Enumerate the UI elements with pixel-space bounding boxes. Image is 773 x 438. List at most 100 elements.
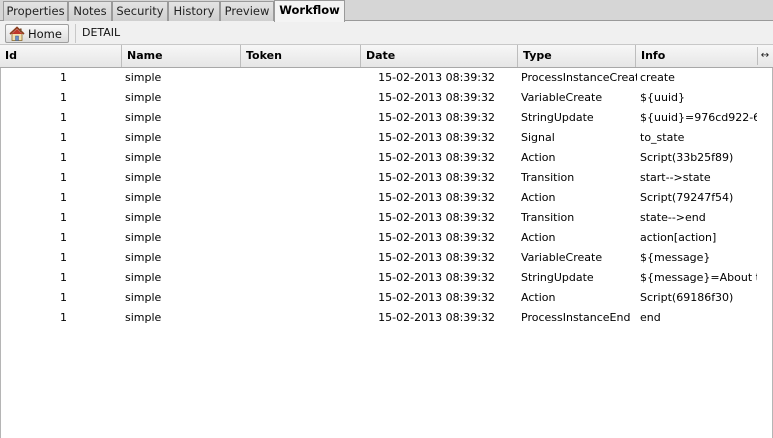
cell-token <box>244 288 359 308</box>
cell-date: 15-02-2013 08:39:32 <box>378 111 495 124</box>
cell-token <box>244 148 359 168</box>
column-header-type[interactable]: Type <box>518 45 636 67</box>
cell-token <box>244 228 359 248</box>
tab-notes[interactable]: Notes <box>68 1 112 21</box>
cell-info: ${uuid}=976cd922-63c <box>640 111 757 124</box>
cell-date: 15-02-2013 08:39:32 <box>378 91 495 104</box>
table-header: Id Name Token Date Type Info ↔ <box>0 45 773 68</box>
cell-id: 1 <box>60 111 67 124</box>
table-row[interactable]: 1 simple 15-02-2013 08:39:32 Action action[a… <box>1 228 772 248</box>
table-row[interactable]: 1 simple 15-02-2013 08:39:32 Action Script(3… <box>1 148 772 168</box>
cell-token <box>244 168 359 188</box>
table-row[interactable]: 1 simple 15-02-2013 08:39:32 Action Script(7… <box>1 188 772 208</box>
cell-type: VariableCreate <box>521 251 603 264</box>
toolbar-divider <box>75 24 76 43</box>
cell-name: simple <box>125 271 162 284</box>
cell-date: 15-02-2013 08:39:32 <box>378 131 495 144</box>
cell-name: simple <box>125 111 162 124</box>
cell-id: 1 <box>60 131 67 144</box>
cell-name: simple <box>125 191 162 204</box>
cell-info: Script(33b25f89) <box>640 151 734 164</box>
cell-date: 15-02-2013 08:39:32 <box>378 231 495 244</box>
table-row[interactable]: 1 simple 15-02-2013 08:39:32 Transition stat… <box>1 208 772 228</box>
cell-id: 1 <box>60 271 67 284</box>
table-row[interactable]: 1 simple 15-02-2013 08:39:32 VariableCreate… <box>1 88 772 108</box>
column-header-name[interactable]: Name <box>122 45 241 67</box>
cell-type: ProcessInstanceEnd <box>521 311 631 324</box>
cell-id: 1 <box>60 151 67 164</box>
cell-info: action[action] <box>640 231 717 244</box>
tab-bar: Properties Notes Security History Previe… <box>0 0 773 22</box>
cell-type: StringUpdate <box>521 271 594 284</box>
column-header-id[interactable]: Id <box>0 45 122 67</box>
cell-id: 1 <box>60 171 67 184</box>
cell-name: simple <box>125 291 162 304</box>
tab-security[interactable]: Security <box>112 1 168 21</box>
cell-name: simple <box>125 251 162 264</box>
cell-type: Transition <box>521 171 575 184</box>
table-row[interactable]: 1 simple 15-02-2013 08:39:32 ProcessInstanc… <box>1 68 772 88</box>
cell-info: ${uuid} <box>640 91 685 104</box>
cell-id: 1 <box>60 311 67 324</box>
tab-preview[interactable]: Preview <box>220 1 274 21</box>
column-header-info[interactable]: Info <box>636 45 756 67</box>
cell-info: create <box>640 71 675 84</box>
cell-type: Action <box>521 151 556 164</box>
cell-type: ProcessInstanceCreate <box>521 71 637 84</box>
cell-name: simple <box>125 171 162 184</box>
home-button[interactable]: Home <box>5 24 69 43</box>
cell-date: 15-02-2013 08:39:32 <box>378 311 495 324</box>
cell-info: Script(69186f30) <box>640 291 734 304</box>
cell-date: 15-02-2013 08:39:32 <box>378 251 495 264</box>
table-row[interactable]: 1 simple 15-02-2013 08:39:32 Transition star… <box>1 168 772 188</box>
cell-id: 1 <box>60 231 67 244</box>
cell-name: simple <box>125 91 162 104</box>
table-row[interactable]: 1 simple 15-02-2013 08:39:32 VariableCreate… <box>1 248 772 268</box>
cell-token <box>244 208 359 228</box>
cell-info: end <box>640 311 661 324</box>
cell-token <box>244 128 359 148</box>
cell-date: 15-02-2013 08:39:32 <box>378 291 495 304</box>
tab-workflow[interactable]: Workflow <box>274 0 345 22</box>
cell-token <box>244 68 359 88</box>
cell-token <box>244 268 359 288</box>
cell-info: Script(79247f54) <box>640 191 734 204</box>
toolbar: Home DETAIL <box>0 21 773 45</box>
cell-name: simple <box>125 231 162 244</box>
cell-info: ${message}=About to <box>640 271 757 284</box>
column-header-token[interactable]: Token <box>241 45 361 67</box>
column-header-date[interactable]: Date <box>361 45 518 67</box>
cell-type: Transition <box>521 211 575 224</box>
table-row[interactable]: 1 simple 15-02-2013 08:39:32 StringUpdate ${… <box>1 268 772 288</box>
tab-properties[interactable]: Properties <box>3 1 68 21</box>
cell-date: 15-02-2013 08:39:32 <box>378 171 495 184</box>
detail-label: DETAIL <box>82 26 121 39</box>
tab-history[interactable]: History <box>168 1 220 21</box>
cell-type: Action <box>521 231 556 244</box>
cell-date: 15-02-2013 08:39:32 <box>378 71 495 84</box>
cell-name: simple <box>125 131 162 144</box>
cell-name: simple <box>125 211 162 224</box>
cell-type: VariableCreate <box>521 91 603 104</box>
cell-id: 1 <box>60 71 67 84</box>
cell-info: state-->end <box>640 211 706 224</box>
table-body: 1 simple 15-02-2013 08:39:32 ProcessInstanc… <box>0 68 773 438</box>
table-row[interactable]: 1 simple 15-02-2013 08:39:32 Signal to_state <box>1 128 772 148</box>
table-row[interactable]: 1 simple 15-02-2013 08:39:32 StringUpdate ${… <box>1 108 772 128</box>
cell-id: 1 <box>60 291 67 304</box>
cell-info: ${message} <box>640 251 711 264</box>
cell-type: StringUpdate <box>521 111 594 124</box>
cell-token <box>244 248 359 268</box>
cell-type: Action <box>521 191 556 204</box>
home-icon <box>9 26 25 41</box>
cell-id: 1 <box>60 91 67 104</box>
cell-type: Action <box>521 291 556 304</box>
cell-date: 15-02-2013 08:39:32 <box>378 211 495 224</box>
cell-id: 1 <box>60 251 67 264</box>
table-row[interactable]: 1 simple 15-02-2013 08:39:32 ProcessInstanc… <box>1 308 772 328</box>
column-resize-icon[interactable]: ↔ <box>757 47 772 65</box>
cell-token <box>244 188 359 208</box>
cell-date: 15-02-2013 08:39:32 <box>378 271 495 284</box>
cell-token <box>244 88 359 108</box>
table-row[interactable]: 1 simple 15-02-2013 08:39:32 Action Script(6… <box>1 288 772 308</box>
